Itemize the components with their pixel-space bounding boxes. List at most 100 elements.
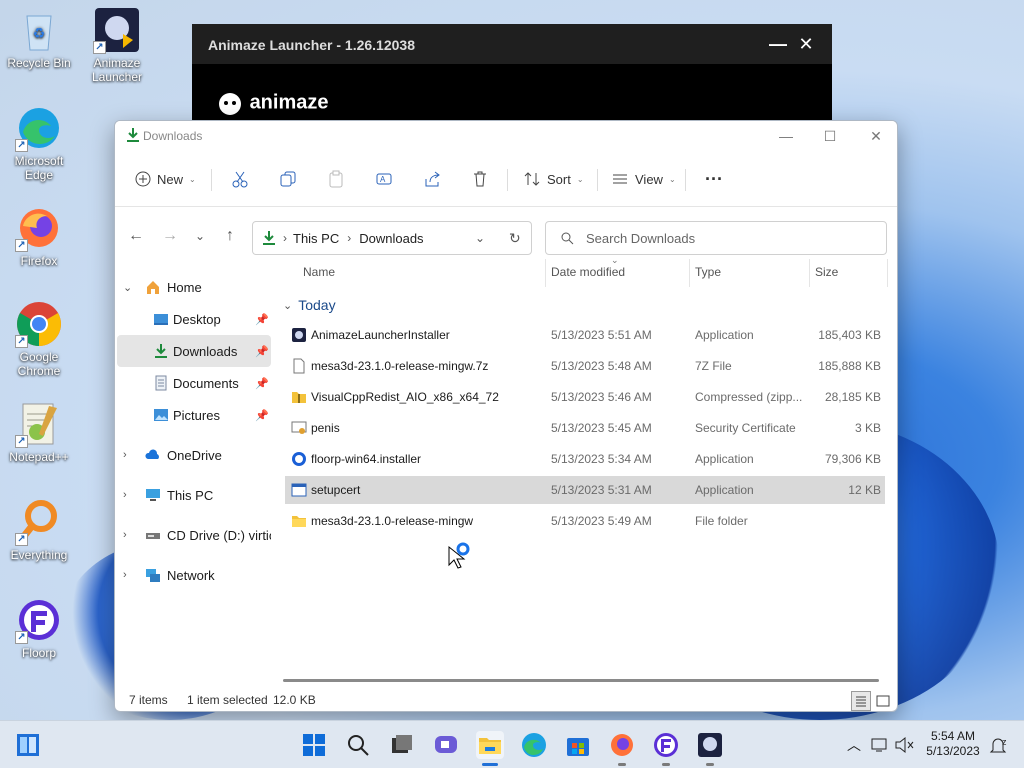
desktop-icon-firefox[interactable]: ↗ Firefox (1, 204, 77, 268)
sidebar-item-home[interactable]: ⌄ Home (115, 271, 271, 303)
chevron-down-icon: ⌄ (668, 174, 676, 184)
file-explorer-taskbar-button[interactable] (476, 731, 504, 759)
shortcut-arrow-icon: ↗ (93, 41, 106, 54)
file-type: Compressed (zipp... (695, 390, 803, 404)
file-type: File folder (695, 514, 748, 528)
refresh-button[interactable]: ↻ (509, 230, 521, 247)
share-button[interactable] (423, 165, 441, 193)
details-view-button[interactable] (851, 691, 871, 711)
start-button[interactable] (300, 731, 328, 759)
floorp-taskbar-button[interactable] (652, 731, 680, 759)
more-options-button[interactable]: ··· (705, 165, 723, 193)
close-button[interactable]: ✕ (853, 121, 897, 151)
view-label: View (635, 171, 663, 187)
system-clock[interactable]: 5:54 AM 5/13/2023 (918, 729, 988, 759)
forward-button[interactable]: → (157, 223, 183, 249)
up-button[interactable]: ↑ (217, 223, 243, 249)
file-row[interactable]: AnimazeLauncherInstaller 5/13/2023 5:51 A… (285, 321, 885, 349)
column-header-name[interactable]: Name (303, 265, 335, 279)
task-view-button[interactable] (388, 731, 416, 759)
search-button[interactable] (344, 731, 372, 759)
file-row[interactable]: mesa3d-23.1.0-release-mingw.7z 5/13/2023 … (285, 352, 885, 380)
copy-icon (280, 171, 296, 187)
view-button[interactable]: View ⌄ (611, 165, 676, 193)
tiles-view-button[interactable] (873, 691, 893, 711)
new-button[interactable]: New ⌄ (135, 165, 196, 193)
group-header-today[interactable]: ⌄ Today (283, 297, 336, 313)
show-hidden-icons-button[interactable]: ︿ (840, 731, 868, 759)
sort-button[interactable]: Sort ⌄ (523, 165, 584, 193)
sort-icon (524, 172, 540, 186)
sidebar-item-pictures[interactable]: Pictures 📌 (115, 399, 271, 431)
sidebar-item-cd-drive[interactable]: › CD Drive (D:) virtio-w (115, 519, 271, 551)
file-size: 12 KB (848, 483, 881, 497)
file-type: Application (695, 328, 754, 342)
status-bar: 7 items 1 item selected 12.0 KB (115, 689, 897, 711)
column-header-size[interactable]: Size (815, 265, 838, 279)
search-input[interactable] (584, 229, 864, 247)
column-header-date[interactable]: Date modified (551, 265, 625, 279)
horizontal-scrollbar[interactable] (283, 679, 879, 682)
cd-drive-icon (146, 533, 160, 539)
chat-button[interactable] (432, 731, 460, 759)
new-label: New (157, 171, 184, 187)
network-icon (146, 569, 160, 582)
sidebar-item-network[interactable]: › Network (115, 559, 271, 591)
desktop-icon-floorp[interactable]: ↗ Floorp (1, 596, 77, 660)
file-row[interactable]: penis 5/13/2023 5:45 AM Security Certifica… (285, 414, 885, 442)
breadcrumb-this-pc[interactable]: This PC (293, 231, 339, 246)
file-size: 28,185 KB (824, 390, 881, 404)
search-box[interactable] (545, 221, 887, 255)
navigation-bar: ← → ⌄ ↑ › This PC › Downloads ⌄ ↻ (115, 207, 897, 261)
address-bar[interactable]: › This PC › Downloads ⌄ ↻ (252, 221, 532, 255)
minimize-button[interactable]: — (766, 32, 790, 56)
column-header-type[interactable]: Type (695, 265, 721, 279)
desktop-icon-everything[interactable]: ↗ Everything (1, 498, 77, 562)
delete-button[interactable] (471, 165, 489, 193)
notifications-button[interactable]: z (984, 731, 1012, 759)
svg-text:A: A (380, 175, 386, 184)
widgets-button[interactable] (14, 731, 42, 759)
sidebar-item-desktop[interactable]: Desktop 📌 (115, 303, 271, 335)
desktop-icon-chrome[interactable]: ↗ Google Chrome (1, 300, 77, 378)
breadcrumb-downloads[interactable]: Downloads (359, 231, 423, 246)
sidebar-item-onedrive[interactable]: › OneDrive (115, 439, 271, 471)
file-row[interactable]: VisualCppRedist_AIO_x86_x64_72 5/13/2023 … (285, 383, 885, 411)
floorp-icon: ↗ (15, 596, 63, 644)
maximize-button[interactable]: ☐ (807, 121, 853, 151)
file-row[interactable]: setupcert 5/13/2023 5:31 AM Application 12 … (285, 476, 885, 504)
back-button[interactable]: ← (123, 223, 149, 249)
sidebar-item-this-pc[interactable]: › This PC (115, 479, 271, 511)
store-taskbar-button[interactable] (564, 731, 592, 759)
animaze-taskbar-button[interactable] (696, 731, 724, 759)
file-name: VisualCppRedist_AIO_x86_x64_72 (311, 390, 499, 404)
sidebar-item-documents[interactable]: Documents 📌 (115, 367, 271, 399)
toolbar-divider (685, 169, 686, 191)
zip-folder-icon (291, 389, 307, 405)
edge-taskbar-button[interactable] (520, 731, 548, 759)
firefox-taskbar-button[interactable] (608, 731, 636, 759)
file-row[interactable]: floorp-win64.installer 5/13/2023 5:34 AM A… (285, 445, 885, 473)
file-list: Name Date modified ⌄ Type Size ⌄ Today A… (279, 255, 897, 679)
desktop-icon-animaze[interactable]: ↗ Animaze Launcher (79, 6, 155, 84)
file-row[interactable]: mesa3d-23.1.0-release-mingw 5/13/2023 5:4… (285, 507, 885, 535)
minimize-button[interactable]: — (763, 121, 809, 151)
paste-button[interactable] (327, 165, 345, 193)
copy-button[interactable] (279, 165, 297, 193)
pin-icon: 📌 (255, 409, 269, 422)
rename-button[interactable]: A (375, 165, 393, 193)
view-icon (613, 174, 627, 184)
desktop-icon-notepadpp[interactable]: ↗ Notepad++ (1, 400, 77, 464)
cut-button[interactable] (231, 165, 249, 193)
file-date: 5/13/2023 5:51 AM (551, 328, 652, 342)
desktop-icon-edge[interactable]: ↗ Microsoft Edge (1, 104, 77, 182)
store-icon (567, 738, 589, 756)
desktop-icon-recycle-bin[interactable]: ♻ Recycle Bin (1, 6, 77, 70)
sidebar-item-downloads[interactable]: Downloads 📌 (117, 335, 271, 367)
firefox-icon: ↗ (15, 204, 63, 252)
close-button[interactable]: ✕ (794, 32, 818, 56)
recent-locations-button[interactable]: ⌄ (187, 223, 213, 249)
volume-button[interactable] (890, 731, 918, 759)
sidebar-item-label: Network (167, 567, 215, 583)
address-dropdown-button[interactable]: ⌄ (475, 231, 485, 245)
